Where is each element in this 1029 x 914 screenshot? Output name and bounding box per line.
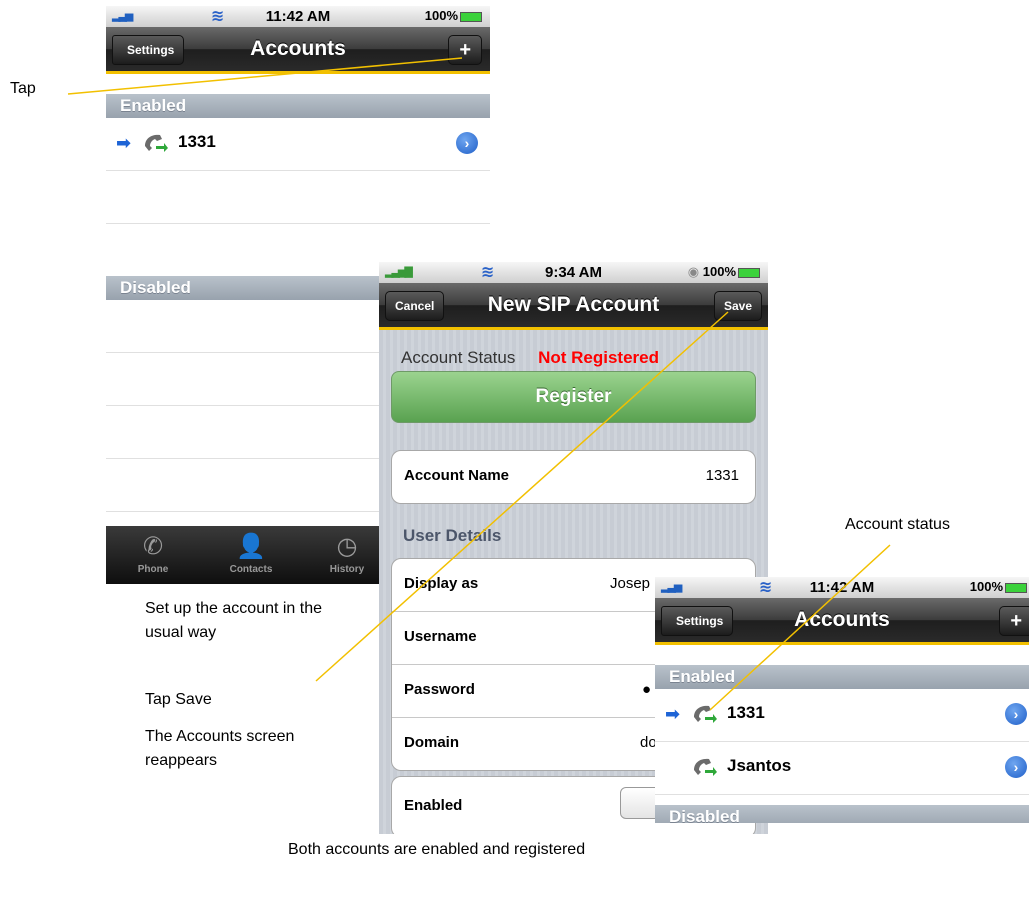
password-label: Password (404, 681, 475, 698)
annotation-account-status: Account status (845, 516, 950, 533)
annotation-setup: Set up the account in the usual way (145, 600, 323, 641)
status-bar: ▂▃▅ ≋ 11:42 AM 100% (106, 6, 490, 27)
battery-icon (738, 267, 760, 278)
battery-icon (460, 11, 482, 22)
account-name: 1331 (727, 703, 765, 722)
enabled-section-header: Enabled (106, 94, 490, 118)
disabled-section-header: Disabled (655, 805, 1029, 823)
default-account-arrow-icon: ➡ (665, 704, 681, 724)
detail-disclosure-icon[interactable]: › (1005, 756, 1027, 778)
annotation-reappears: The Accounts screen reappears (145, 728, 295, 769)
tab-history[interactable]: ◷ History (312, 526, 382, 584)
phone-icon: ✆ (142, 533, 164, 560)
default-account-arrow-icon: ➡ (116, 133, 132, 153)
account-name-group: Account Name 1331 (391, 450, 756, 504)
save-button[interactable]: Save (713, 291, 762, 321)
account-row-jsantos[interactable]: Jsantos › (655, 742, 1029, 795)
account-row-1331[interactable]: ➡ 1331 › (655, 689, 1029, 742)
page-title: New SIP Account (487, 293, 660, 316)
tab-label: Contacts (229, 564, 273, 575)
domain-label: Domain (404, 734, 460, 751)
battery-percent: 100% (969, 579, 1003, 594)
battery-indicator: 100% (425, 8, 482, 23)
display-as-value: Josep (610, 575, 651, 592)
register-button[interactable]: Register (391, 371, 756, 423)
add-account-button[interactable]: + (999, 606, 1029, 636)
status-bar: ▂▃▅▇ ≋ 9:34 AM ◉ 100% (379, 262, 768, 283)
account-status-line: Account Status Not Registered (401, 348, 659, 368)
annotation-tap-save: Tap Save (145, 691, 212, 708)
account-name-label: Account Name (404, 467, 510, 484)
history-icon: ◷ (336, 533, 358, 560)
tab-label: Phone (137, 564, 169, 575)
annotation-both-enabled: Both accounts are enabled and registered (288, 841, 586, 858)
username-label: Username (404, 628, 477, 645)
battery-indicator: ◉ 100% (688, 264, 760, 280)
annotation-tap: Tap (10, 80, 36, 97)
account-status-label: Account Status (401, 348, 516, 367)
status-bar: ▂▃▅ ≋ 11:42 AM 100% (655, 577, 1029, 598)
account-status-value: Not Registered (538, 348, 659, 367)
contacts-icon: 👤 (236, 533, 266, 560)
user-details-header: User Details (403, 526, 502, 545)
tab-label: History (329, 564, 365, 575)
nav-bar: Cancel New SIP Account Save (379, 283, 768, 330)
sip-phone-icon (694, 758, 717, 776)
enabled-label: Enabled (404, 797, 463, 814)
accounts-screen-after: ▂▃▅ ≋ 11:42 AM 100% Settings Accounts + … (655, 577, 1029, 823)
empty-row (106, 171, 490, 224)
display-as-label: Display as (404, 575, 479, 592)
alarm-icon: ◉ (687, 264, 703, 279)
detail-disclosure-icon[interactable]: › (456, 132, 478, 154)
sip-phone-icon (694, 705, 717, 723)
battery-percent: 100% (424, 8, 458, 23)
battery-indicator: 100% (970, 579, 1027, 594)
battery-icon (1005, 582, 1027, 593)
sip-phone-icon (145, 134, 168, 152)
tab-phone[interactable]: ✆ Phone (118, 526, 188, 584)
add-account-button[interactable]: + (448, 35, 482, 65)
nav-bar: Settings Accounts + (655, 598, 1029, 645)
page-title: Accounts (794, 608, 890, 631)
nav-bar: Settings Accounts + (106, 27, 490, 74)
account-row-1331[interactable]: ➡ 1331 › (106, 118, 490, 171)
account-name: 1331 (178, 132, 216, 151)
account-name: Jsantos (727, 756, 792, 775)
battery-percent: 100% (702, 264, 736, 279)
enabled-section-header: Enabled (655, 665, 1029, 689)
tab-contacts[interactable]: 👤 Contacts (216, 526, 286, 584)
page-title: Accounts (250, 37, 346, 60)
account-name-value: 1331 (705, 467, 739, 484)
account-name-row[interactable]: Account Name 1331 (392, 451, 755, 503)
detail-disclosure-icon[interactable]: › (1005, 703, 1027, 725)
password-value: ● (642, 681, 652, 698)
